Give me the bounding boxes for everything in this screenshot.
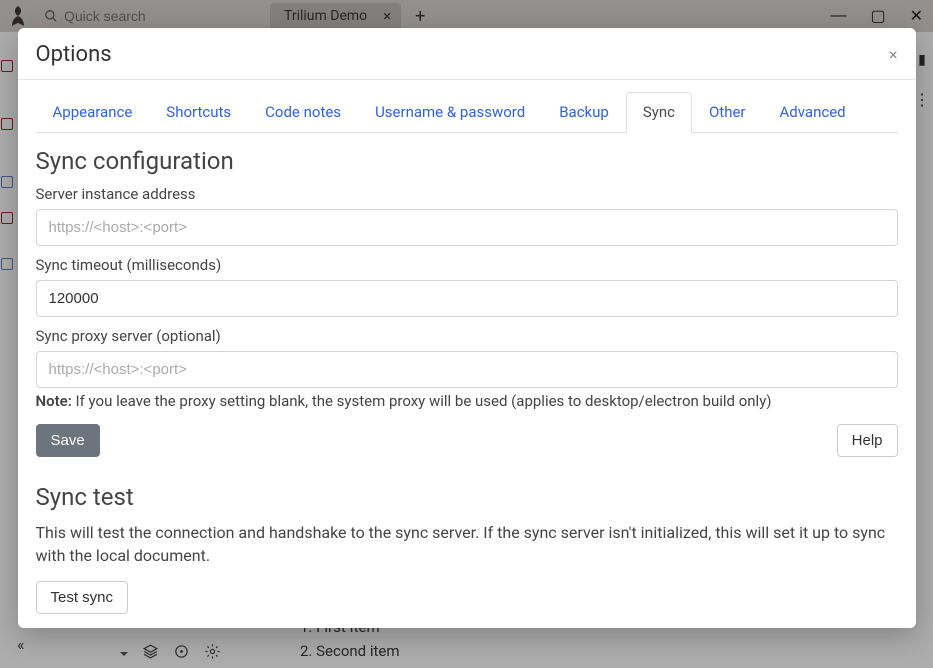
options-dialog: Options × Appearance Shortcuts Code note… <box>18 28 916 628</box>
button-row: Save Help <box>36 424 898 457</box>
server-address-label: Server instance address <box>36 185 898 203</box>
tab-code-notes[interactable]: Code notes <box>248 92 358 133</box>
section-heading-sync-test: Sync test <box>36 483 898 511</box>
tab-username-password[interactable]: Username & password <box>358 92 542 133</box>
test-sync-button[interactable]: Test sync <box>36 581 129 614</box>
proxy-note: Note: If you leave the proxy setting bla… <box>36 392 898 410</box>
tab-advanced[interactable]: Advanced <box>763 92 863 133</box>
sync-proxy-input[interactable] <box>36 351 898 388</box>
close-icon[interactable]: × <box>889 45 898 64</box>
modal-overlay[interactable]: Options × Appearance Shortcuts Code note… <box>0 0 933 668</box>
note-prefix: Note: <box>36 392 72 410</box>
help-button[interactable]: Help <box>837 424 898 457</box>
tab-backup[interactable]: Backup <box>542 92 626 133</box>
tab-shortcuts[interactable]: Shortcuts <box>149 92 248 133</box>
dialog-header: Options × <box>18 28 916 80</box>
sync-timeout-input[interactable] <box>36 280 898 317</box>
dialog-body: Appearance Shortcuts Code notes Username… <box>18 80 916 628</box>
tab-other[interactable]: Other <box>692 92 763 133</box>
tab-sync[interactable]: Sync <box>626 92 692 133</box>
tab-appearance[interactable]: Appearance <box>36 92 150 133</box>
save-button[interactable]: Save <box>36 424 100 457</box>
options-tabs: Appearance Shortcuts Code notes Username… <box>36 92 898 133</box>
note-text: If you leave the proxy setting blank, th… <box>72 392 772 410</box>
server-address-input[interactable] <box>36 209 898 246</box>
sync-proxy-label: Sync proxy server (optional) <box>36 327 898 345</box>
sync-timeout-label: Sync timeout (milliseconds) <box>36 256 898 274</box>
dialog-title: Options <box>36 42 112 67</box>
section-heading-sync-config: Sync configuration <box>36 147 898 175</box>
sync-test-description: This will test the connection and handsh… <box>36 521 898 567</box>
